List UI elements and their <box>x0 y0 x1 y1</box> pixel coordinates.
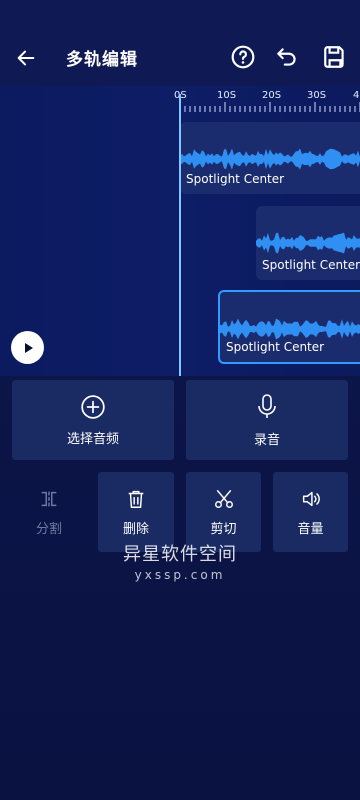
waveform <box>180 148 360 170</box>
undo-button[interactable] <box>274 44 300 70</box>
playhead[interactable] <box>179 94 181 376</box>
undo-icon <box>277 48 296 66</box>
ruler-label-40: 4 <box>353 90 360 101</box>
play-icon <box>24 342 33 353</box>
select-audio-button[interactable]: 选择音频 <box>12 380 174 460</box>
trim-label: 剪切 <box>210 521 237 537</box>
clip-label: Spotlight Center <box>226 340 325 354</box>
trash-icon <box>128 490 144 508</box>
record-button[interactable]: 录音 <box>186 380 348 460</box>
select-audio-label: 选择音频 <box>66 431 119 447</box>
top-bar: 多轨编辑 <box>0 0 360 86</box>
time-ruler: 0S 10S 20S 30S 4 <box>172 86 360 112</box>
arrow-left-icon <box>17 50 35 66</box>
audio-clip-track-2[interactable]: Spotlight Center <box>256 206 360 280</box>
watermark-title: 异星软件空间 <box>123 544 237 565</box>
multitrack-timeline[interactable]: 0S 10S 20S 30S 4 Spotlight Center Spotli… <box>0 86 360 376</box>
volume-label: 音量 <box>297 521 324 537</box>
split-label: 分割 <box>35 521 62 537</box>
ruler-label-30: 30S <box>307 90 327 101</box>
save-button[interactable] <box>322 44 348 70</box>
audio-clip-track-1[interactable]: Spotlight Center <box>180 122 360 194</box>
delete-label: 删除 <box>122 521 149 537</box>
watermark-subtitle: yxssp.com <box>134 568 226 582</box>
ruler-label-20: 20S <box>262 90 282 101</box>
page-title: 多轨编辑 <box>66 50 138 70</box>
play-button[interactable] <box>11 331 44 364</box>
watermark: 异星软件空间 yxssp.com <box>0 540 360 582</box>
clip-label: Spotlight Center <box>186 172 285 186</box>
add-circle-icon <box>81 394 105 419</box>
microphone-icon <box>258 393 276 418</box>
waveform <box>256 232 360 254</box>
ruler-label-10: 10S <box>217 90 237 101</box>
back-button[interactable] <box>12 44 40 72</box>
clip-label: Spotlight Center <box>262 258 360 272</box>
save-icon <box>324 46 344 68</box>
volume-icon <box>302 491 320 506</box>
scissors-icon <box>214 489 233 508</box>
audio-clip-track-3[interactable]: Spotlight Center <box>218 290 360 364</box>
help-button[interactable] <box>230 44 256 70</box>
record-label: 录音 <box>253 432 280 448</box>
help-circle-icon <box>231 45 255 69</box>
split-icon <box>41 491 57 506</box>
